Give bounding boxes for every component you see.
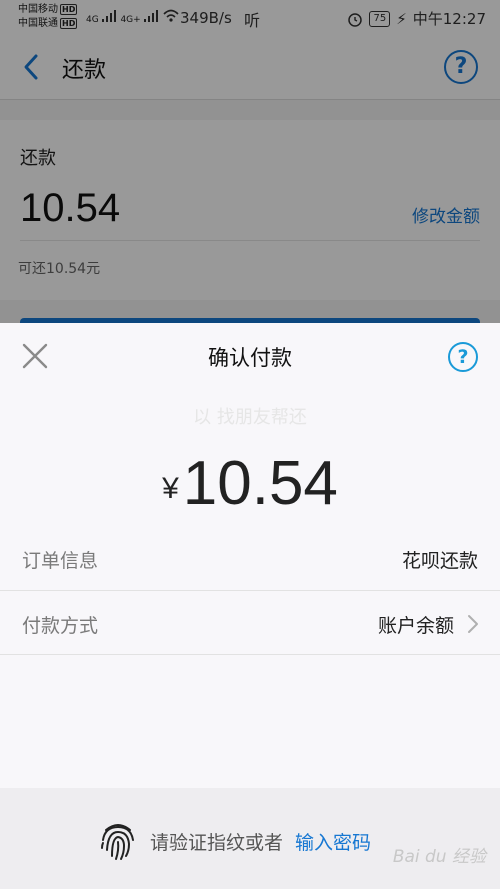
payment-method-row[interactable]: 付款方式 账户余额 xyxy=(0,591,500,655)
payment-amount: ¥10.54 xyxy=(0,448,500,519)
amount-value: 10.54 xyxy=(182,449,338,518)
row-label: 付款方式 xyxy=(22,615,99,637)
row-label: 订单信息 xyxy=(22,550,99,572)
fingerprint-footer: 请验证指纹或者 输入密码 Bai du 经验 xyxy=(0,788,500,889)
row-value: 账户余额 xyxy=(377,615,454,637)
fingerprint-prompt: 请验证指纹或者 输入密码 xyxy=(98,820,371,862)
chevron-right-icon xyxy=(468,615,478,633)
confirm-payment-sheet: 确认付款 ? 以 找朋友帮还 ¥10.54 订单信息 花呗还款 付款方式 账户余… xyxy=(0,323,500,889)
divider xyxy=(0,654,500,655)
friend-pay-ghost-text: 以 找朋友帮还 xyxy=(193,407,307,428)
enter-password-link[interactable]: 输入密码 xyxy=(295,828,371,855)
currency-symbol: ¥ xyxy=(162,472,179,505)
fingerprint-text: 请验证指纹或者 xyxy=(150,831,284,854)
order-info-row: 订单信息 花呗还款 xyxy=(0,526,500,590)
fingerprint-icon[interactable] xyxy=(98,820,138,862)
sheet-title: 确认付款 xyxy=(208,346,292,370)
help-button[interactable]: ? xyxy=(448,342,478,372)
sheet-header: 确认付款 ? xyxy=(0,323,500,389)
watermark: Bai du 经验 xyxy=(392,847,486,867)
row-value: 花呗还款 xyxy=(401,550,478,572)
